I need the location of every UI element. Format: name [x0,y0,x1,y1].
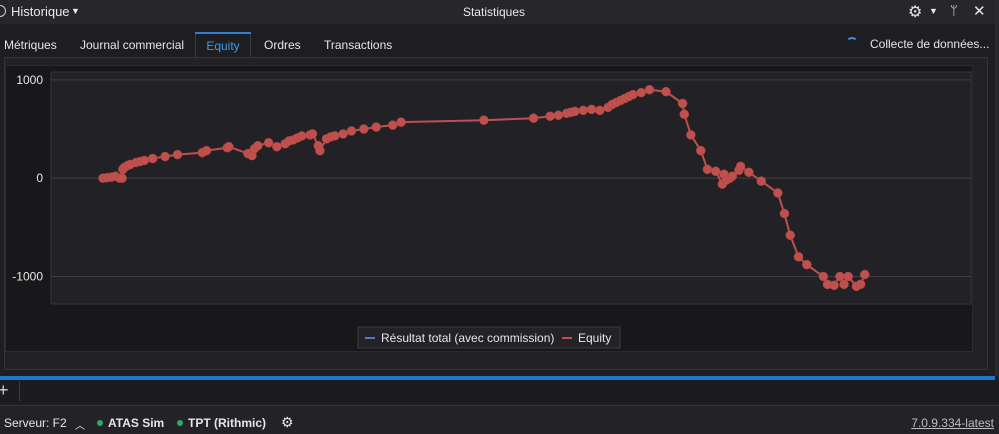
add-icon[interactable]: + [0,381,9,399]
connection-label: ATAS Sim [108,416,165,430]
equity-point [756,176,767,186]
y-tick-label: 0 [36,171,43,185]
equity-point [835,271,845,282]
equity-point [253,140,263,151]
equity-point [201,145,212,156]
equity-point [636,87,646,98]
equity-point [315,145,325,156]
equity-point [545,111,555,121]
equity-point [779,208,790,219]
tab-transactions[interactable]: Transactions [316,32,400,57]
equity-point [661,86,671,97]
close-icon[interactable]: ✕ [973,2,986,20]
legend-label-equity: Equity [578,331,611,345]
equity-chart: 1000 0 -1000 Résultat total (avec commissio… [5,65,973,352]
equity-point [359,124,369,134]
pin-icon[interactable]: ᛘ [950,3,958,18]
equity-point [735,161,746,172]
equity-point [147,153,158,164]
equity-point [263,138,274,148]
equity-chart-svg: 1000 0 -1000 Résultat total (avec commissio… [12,71,972,349]
chevron-up-icon[interactable]: ︿ [75,417,85,432]
equity-point [388,120,398,130]
connection-atas-sim[interactable]: ATAS Sim [97,416,164,430]
window-title: Statistiques [462,5,526,19]
equity-point [371,122,381,132]
equity-point [346,126,357,136]
status-dot-icon [177,420,183,426]
y-tick-label: -1000 [12,269,43,283]
tab-metriques[interactable]: Métriques [0,32,65,57]
loading-spinner-icon [846,37,858,49]
equity-point [330,131,340,141]
settings-gear-icon[interactable]: ⚙ [281,414,294,431]
equity-point [628,89,638,100]
chevron-down-icon[interactable]: ▼ [929,6,938,16]
y-tick-label: 1000 [16,73,43,87]
equity-point [839,279,849,290]
collect-data-status: Collecte de données... [870,37,990,51]
equity-point [677,98,688,109]
plot-area [50,71,972,305]
connection-tpt-rithmic[interactable]: TPT (Rithmic) [177,416,266,430]
equity-point [702,164,713,175]
equity-point [855,279,866,290]
legend-label-resultat: Résultat total (avec commission) [381,331,554,345]
equity-point [802,259,812,270]
equity-point [595,105,605,116]
equity-point [296,131,307,141]
server-label: Serveur: F2 [4,416,67,430]
lower-toolbar [0,380,999,402]
equity-point [160,151,170,162]
equity-point [744,167,754,178]
equity-point [686,130,696,140]
equity-point [860,269,870,280]
equity-point [710,166,721,177]
equity-point [586,104,597,115]
equity-point [785,230,795,240]
equity-point [843,271,853,282]
gear-icon[interactable]: ⚙ [908,2,922,22]
equity-point [528,113,539,123]
equity-point [117,173,127,183]
equity-point [829,280,839,291]
tab-journal-commercial[interactable]: Journal commercial [72,32,192,57]
equity-point [338,129,348,139]
status-dot-icon [97,420,103,426]
toolbar-divider [19,381,20,401]
equity-point [479,115,489,125]
equity-point [272,141,282,152]
equity-point [818,271,829,282]
version-link[interactable]: 7.0.9.334-latest [911,416,994,430]
connection-label: TPT (Rithmic) [188,416,266,430]
equity-point [553,110,564,121]
equity-point [773,188,783,198]
equity-point [644,84,655,95]
equity-point [172,149,183,160]
equity-point [396,117,406,127]
title-bar: Historique ▼ Statistiques ⚙ ▼ ᛘ ✕ [0,0,999,24]
equity-point [696,145,706,156]
equity-point [793,252,804,262]
equity-point [139,155,150,166]
equity-point [679,109,690,120]
tab-ordres[interactable]: Ordres [256,32,309,57]
equity-point [224,141,234,152]
tab-equity[interactable]: Equity [195,32,251,57]
tab-bar: Métriques Journal commercial Equity Ordr… [0,32,999,57]
equity-point [578,105,588,116]
equity-point [570,106,580,117]
equity-point [307,129,318,139]
status-bar: Serveur: F2 ︿ ATAS Sim TPT (Rithmic) ⚙ 7… [0,405,999,434]
